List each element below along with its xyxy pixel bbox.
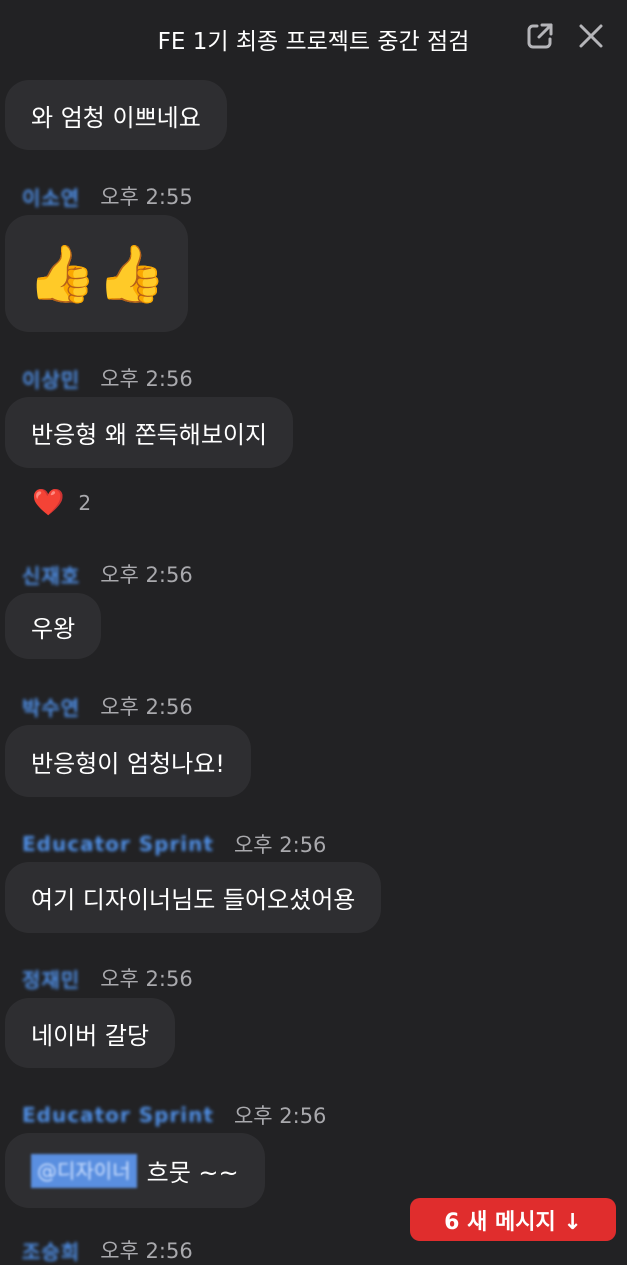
message-header: 이상민 오후 2:56 <box>22 364 193 392</box>
message-time: 오후 2:56 <box>100 695 193 719</box>
message-bubble[interactable]: 반응형이 엄청나요! <box>5 725 251 797</box>
message-header: 정재민 오후 2:56 <box>22 964 193 992</box>
message-bubble[interactable]: 와 엄청 이쁘네요 <box>5 80 227 150</box>
message-bubble[interactable]: @디자이너 흐뭇 ~~ <box>5 1133 265 1208</box>
message-time: 오후 2:56 <box>100 1239 193 1263</box>
sender-name[interactable]: 정재민 <box>22 964 80 993</box>
sender-name[interactable]: 박수연 <box>22 692 80 721</box>
message-time: 오후 2:56 <box>100 967 193 991</box>
heart-icon: ❤️ <box>32 488 65 518</box>
user-mention[interactable]: @디자이너 <box>31 1153 137 1188</box>
sender-name[interactable]: 이상민 <box>22 364 80 393</box>
popout-button[interactable] <box>524 20 556 52</box>
close-button[interactable] <box>575 20 607 52</box>
message-time: 오후 2:56 <box>100 367 193 391</box>
emoji-message-bubble[interactable]: 👍👍 <box>5 215 189 332</box>
message-bubble[interactable]: 네이버 갈당 <box>5 998 176 1068</box>
message-bubble[interactable]: 반응형 왜 쫀득해보이지 <box>5 397 294 468</box>
message-header: 신재호 오후 2:56 <box>22 560 193 588</box>
message-time: 오후 2:56 <box>233 1104 327 1128</box>
message-time: 오후 2:55 <box>100 185 193 209</box>
message-header: 조승희 오후 2:56 <box>22 1236 193 1264</box>
message-header: 박수연 오후 2:56 <box>22 692 193 720</box>
message-bubble[interactable]: 여기 디자이너님도 들어오셨어용 <box>5 862 382 933</box>
message-header: Educator Sprint 오후 2:56 <box>22 1101 326 1129</box>
sender-name[interactable]: 신재호 <box>22 560 80 589</box>
message-header: Educator Sprint 오후 2:56 <box>22 830 326 858</box>
message-time: 오후 2:56 <box>233 833 327 857</box>
reaction-count: 2 <box>78 491 92 515</box>
external-link-icon <box>527 23 553 49</box>
reaction-heart[interactable]: ❤️ 2 <box>32 486 91 520</box>
message-bubble[interactable]: 우왕 <box>5 593 102 659</box>
chat-header: FE 1기 최종 프로젝트 중간 점검 <box>0 0 627 76</box>
close-icon <box>579 24 603 48</box>
sender-name[interactable]: 이소연 <box>22 182 80 211</box>
sender-name[interactable]: Educator Sprint <box>22 1103 214 1127</box>
message-time: 오후 2:56 <box>100 563 193 587</box>
message-text: 흐뭇 ~~ <box>146 1159 239 1187</box>
sender-name[interactable]: Educator Sprint <box>22 832 214 856</box>
new-messages-button[interactable]: 6 새 메시지 ↓ <box>410 1198 616 1241</box>
sender-name[interactable]: 조승희 <box>22 1236 80 1265</box>
message-header: 이소연 오후 2:55 <box>22 182 193 210</box>
